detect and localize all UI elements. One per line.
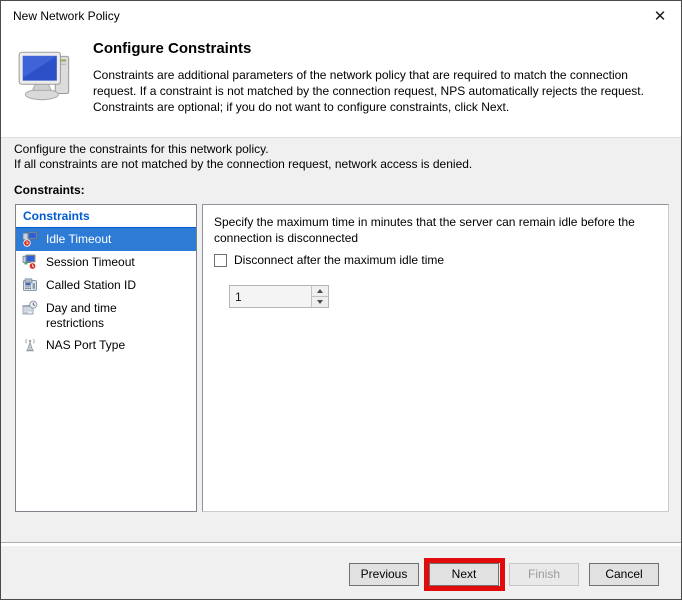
monitor-timeout-icon xyxy=(22,231,38,247)
constraints-listbox: Constraints Idle Timeout xyxy=(15,204,197,512)
page-description: Constraints are additional parameters of… xyxy=(93,67,673,115)
phone-icon xyxy=(22,277,38,293)
finish-button: Finish xyxy=(509,563,579,586)
list-item-nas-port-type[interactable]: NAS Port Type xyxy=(16,334,196,357)
constraints-section-label: Constraints: xyxy=(14,183,85,197)
spinner-up-button xyxy=(312,286,328,297)
list-item-called-station-id[interactable]: Called Station ID xyxy=(16,274,196,297)
bottom-separator-highlight xyxy=(1,543,681,546)
close-button[interactable]: ✕ xyxy=(647,4,673,28)
instruction-line-2: If all constraints are not matched by th… xyxy=(14,157,472,172)
disconnect-checkbox-row: Disconnect after the maximum idle time xyxy=(214,253,444,267)
disconnect-checkbox-label[interactable]: Disconnect after the maximum idle time xyxy=(234,253,444,267)
calendar-clock-icon xyxy=(22,300,38,316)
computer-icon xyxy=(14,44,80,110)
previous-button[interactable]: Previous xyxy=(349,563,419,586)
title-bar: New Network Policy ✕ xyxy=(1,1,681,31)
up-arrow-icon xyxy=(317,289,323,293)
window-title: New Network Policy xyxy=(13,9,120,23)
list-item-label: Session Timeout xyxy=(46,254,174,270)
down-arrow-icon xyxy=(317,300,323,304)
instruction-band: Configure the constraints for this netwo… xyxy=(14,142,472,172)
idle-timeout-panel: Specify the maximum time in minutes that… xyxy=(202,204,669,512)
cancel-button[interactable]: Cancel xyxy=(589,563,659,586)
list-item-idle-timeout[interactable]: Idle Timeout xyxy=(16,228,196,251)
new-network-policy-dialog: New Network Policy ✕ Configure Constrain… xyxy=(0,0,682,600)
page-title: Configure Constraints xyxy=(93,40,251,57)
idle-minutes-spinner xyxy=(229,285,329,308)
list-item-label: Called Station ID xyxy=(46,277,174,293)
list-item-label: Day and time restrictions xyxy=(46,300,174,331)
monitor-session-icon xyxy=(22,254,38,270)
list-item-day-time-restrictions[interactable]: Day and time restrictions xyxy=(16,297,196,334)
next-button[interactable]: Next xyxy=(429,563,499,586)
idle-minutes-input xyxy=(230,286,311,307)
list-item-label: NAS Port Type xyxy=(46,337,174,353)
list-item-session-timeout[interactable]: Session Timeout xyxy=(16,251,196,274)
wizard-header: Configure Constraints Constraints are ad… xyxy=(1,31,681,138)
spinner-down-button xyxy=(312,297,328,307)
spinner-buttons xyxy=(311,286,328,307)
instruction-line-1: Configure the constraints for this netwo… xyxy=(14,142,472,157)
list-item-label: Idle Timeout xyxy=(46,231,174,247)
listbox-header: Constraints xyxy=(16,205,196,228)
panel-description: Specify the maximum time in minutes that… xyxy=(214,214,666,246)
disconnect-checkbox[interactable] xyxy=(214,254,227,267)
antenna-icon xyxy=(22,337,38,353)
close-icon: ✕ xyxy=(654,7,667,25)
